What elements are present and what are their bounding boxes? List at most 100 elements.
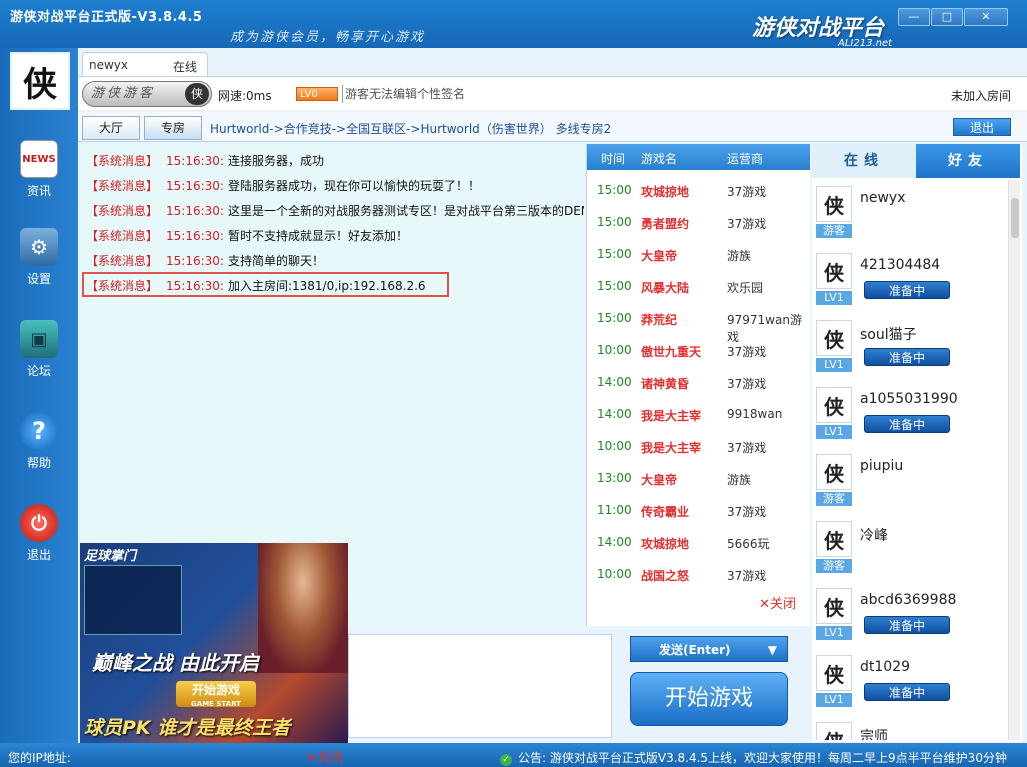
- minimize-button[interactable]: —: [898, 8, 930, 26]
- avatar: 侠: [816, 454, 852, 490]
- schedule-row[interactable]: 15:00 莽荒纪 97971wan游戏: [587, 302, 811, 344]
- ad-start-button[interactable]: 开始游戏 GAME START: [176, 681, 256, 708]
- chat-input[interactable]: [348, 634, 612, 738]
- schedule-row[interactable]: 10:00 战国之怒 37游戏: [587, 558, 811, 590]
- schedule-row[interactable]: 13:00 大皇帝 游族: [587, 462, 811, 494]
- user-badge: LV1: [816, 291, 852, 305]
- tab-online[interactable]: 在线: [812, 144, 916, 178]
- user-name: 冷峰: [860, 528, 888, 544]
- tab-hall[interactable]: 大厅: [82, 116, 140, 140]
- guest-button[interactable]: 游侠游客 侠: [82, 81, 212, 107]
- scrollbar[interactable]: [1008, 180, 1020, 740]
- user-tab: newyx 在线: [82, 52, 208, 78]
- schedule-row[interactable]: 14:00 我是大主宰 9918wan: [587, 398, 811, 430]
- close-button[interactable]: ✕: [964, 8, 1008, 26]
- user-badge: LV1: [816, 358, 852, 372]
- user-name: newyx: [860, 190, 906, 206]
- schedule-time: 14:00: [597, 375, 632, 389]
- col-time: 时间: [601, 152, 626, 166]
- game-schedule: 时间 游戏名 运营商 15:00 攻城掠地 37游戏 15:00 勇者盟约 37游戏 15:…: [586, 144, 810, 626]
- ad-close-button[interactable]: ✕关闭: [306, 747, 343, 766]
- user-list: 侠游客 newyx 侠 LV1 421304484 准备中侠 LV1 soul猫子 准备中侠 LV…: [812, 180, 1008, 740]
- schedule-time: 11:00: [597, 503, 632, 517]
- ad-start-sub: GAME START: [191, 700, 241, 708]
- tab-room[interactable]: 专房: [144, 116, 202, 140]
- breadcrumb[interactable]: Hurtworld->合作竞技->全国互联区->Hurtworld（伤害世界） …: [210, 120, 611, 137]
- nav-news[interactable]: NEWS 资讯: [0, 140, 78, 199]
- schedule-name: 诸神黄昏: [641, 377, 690, 391]
- exit-room-button[interactable]: 退出: [953, 118, 1011, 136]
- schedule-name: 大皇帝: [641, 249, 678, 263]
- list-item[interactable]: 侠宗师: [816, 716, 1006, 740]
- chevron-down-icon[interactable]: ▼: [768, 637, 777, 663]
- list-item[interactable]: 侠游客 piupiu: [816, 448, 1006, 514]
- list-item[interactable]: 侠 LV1 soul猫子 准备中: [816, 314, 1006, 380]
- title-bar: 游侠对战平台正式版-V3.8.4.5 成为游侠会员，畅享开心游戏 游侠对战平台 …: [0, 0, 1027, 49]
- avatar: 侠: [816, 253, 852, 289]
- schedule-row[interactable]: 14:00 攻城掠地 5666玩: [587, 526, 811, 558]
- schedule-row[interactable]: 11:00 传奇霸业 37游戏: [587, 494, 811, 526]
- schedule-row[interactable]: 15:00 风暴大陆 欢乐园: [587, 270, 811, 302]
- forum-icon: ▣: [20, 320, 58, 358]
- user-badge: LV1: [816, 425, 852, 439]
- username: newyx: [89, 58, 129, 72]
- notice: ✓ 公告: 游侠对战平台正式版V3.8.4.5上线，欢迎大家使用！每周二早上9点半…: [500, 749, 1007, 766]
- user-name: abcd6369988: [860, 592, 957, 608]
- guest-label: 游侠游客: [91, 86, 156, 101]
- start-game-button[interactable]: 开始游戏: [630, 672, 788, 726]
- user-name: piupiu: [860, 458, 904, 474]
- schedule-row[interactable]: 14:00 诸神黄昏 37游戏: [587, 366, 811, 398]
- list-item[interactable]: 侠 LV1 421304484 准备中: [816, 247, 1006, 313]
- schedule-row[interactable]: 10:00 傲世九重天 37游戏: [587, 334, 811, 366]
- schedule-op: 游族: [727, 249, 752, 263]
- slogan: 成为游侠会员，畅享开心游戏: [230, 30, 426, 45]
- help-icon: ?: [20, 412, 58, 450]
- send-button[interactable]: 发送(Enter) ▼: [630, 636, 788, 662]
- level-badge: LV0: [296, 87, 338, 101]
- schedule-row[interactable]: 15:00 攻城掠地 37游戏: [587, 174, 811, 206]
- nav-news-label: 资讯: [26, 184, 51, 198]
- ad-banner[interactable]: 足球掌门 巅峰之战 由此开启 开始游戏 GAME START 球员PK 谁才是最…: [80, 543, 348, 743]
- schedule-time: 10:00: [597, 343, 632, 357]
- nav-forum[interactable]: ▣ 论坛: [0, 320, 78, 379]
- ad-slogan: 巅峰之战 由此开启: [92, 651, 259, 675]
- nav-settings[interactable]: ⚙ 设置: [0, 228, 78, 287]
- nav-help[interactable]: ? 帮助: [0, 412, 78, 471]
- avatar[interactable]: 侠: [10, 52, 70, 110]
- schedule-header: 时间 游戏名 运营商: [587, 144, 810, 170]
- schedule-close-button[interactable]: ✕关闭: [759, 593, 796, 612]
- list-item[interactable]: 侠游客 newyx: [816, 180, 1006, 246]
- nav-exit[interactable]: ⏻ 退出: [0, 504, 78, 563]
- schedule-time: 15:00: [597, 183, 632, 197]
- chat-message: 【系统消息】 15:16:30: 支持简单的聊天！: [86, 254, 324, 268]
- schedule-row[interactable]: 15:00 勇者盟约 37游戏: [587, 206, 811, 238]
- col-operator: 运营商: [727, 152, 764, 166]
- tab-friends[interactable]: 好友: [916, 144, 1020, 178]
- list-item[interactable]: 侠 LV1 a1055031990 准备中: [816, 381, 1006, 447]
- list-item[interactable]: 侠 LV1 dt1029 准备中: [816, 649, 1006, 715]
- schedule-time: 15:00: [597, 247, 632, 261]
- gear-icon: ⚙: [20, 228, 58, 266]
- schedule-row[interactable]: 10:00 我是大主宰 37游戏: [587, 430, 811, 462]
- schedule-op: 37游戏: [727, 185, 767, 199]
- status-bar: 您的IP地址: ✕关闭 ✓ 公告: 游侠对战平台正式版V3.8.4.5上线，欢迎大…: [0, 743, 1027, 767]
- user-badge: LV1: [816, 626, 852, 640]
- scroll-thumb[interactable]: [1011, 198, 1019, 238]
- status-badge: 准备中: [864, 683, 950, 701]
- signature-field[interactable]: 游客无法编辑个性签名: [342, 85, 942, 103]
- schedule-op: 5666玩: [727, 537, 770, 551]
- highlight-box: [82, 272, 449, 297]
- status-badge: 准备中: [864, 616, 950, 634]
- avatar: 侠: [816, 320, 852, 356]
- nav-help-label: 帮助: [26, 456, 51, 470]
- maximize-button[interactable]: □: [931, 8, 963, 26]
- ad-bottom-text: 球员PK 谁才是最终王者: [84, 717, 291, 739]
- ad-start-label: 开始游戏: [191, 683, 240, 697]
- list-item[interactable]: 侠 LV1 abcd6369988 准备中: [816, 582, 1006, 648]
- check-icon: ✓: [500, 754, 512, 766]
- schedule-row[interactable]: 15:00 大皇帝 游族: [587, 238, 811, 270]
- schedule-name: 我是大主宰: [641, 441, 702, 455]
- user-badge: 游客: [816, 559, 852, 573]
- list-item[interactable]: 侠游客 冷峰: [816, 515, 1006, 581]
- schedule-name: 我是大主宰: [641, 409, 702, 423]
